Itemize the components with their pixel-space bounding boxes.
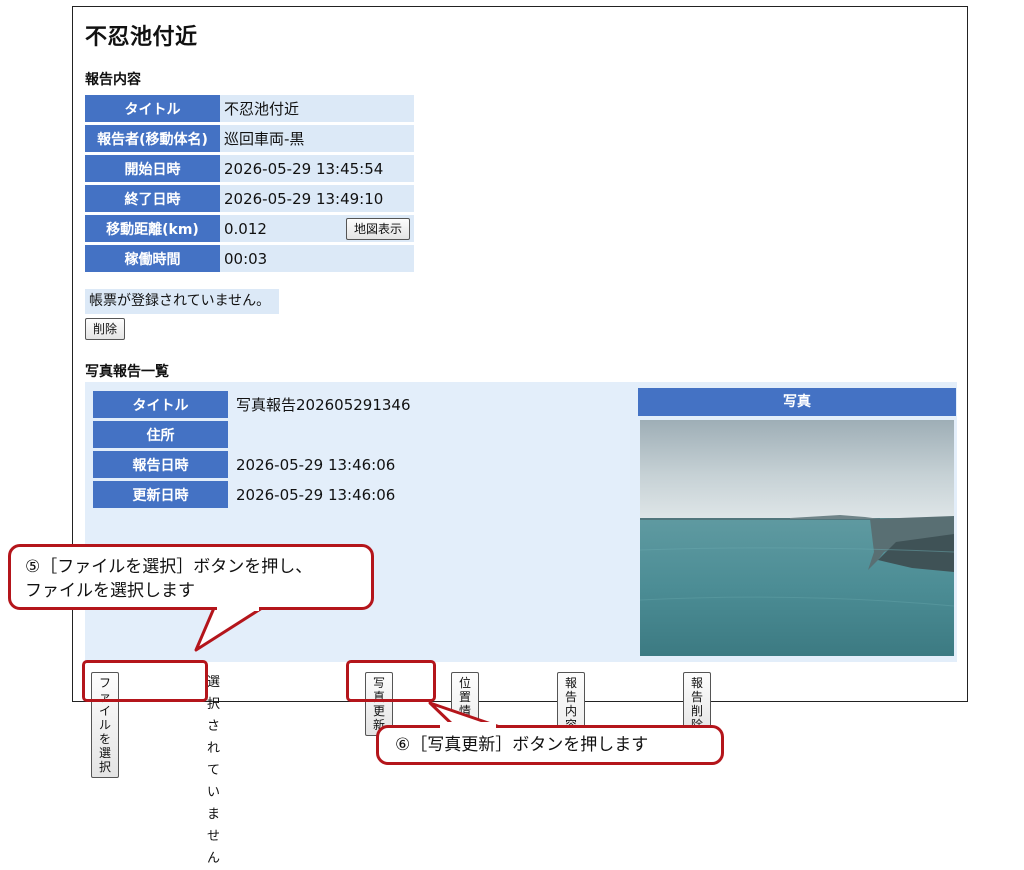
step5-line2: ファイルを選択します	[25, 581, 195, 601]
step6-text: ⑥［写真更新］ボタンを押します	[395, 735, 649, 755]
callout-seam	[217, 605, 259, 611]
step5-line1: ⑤［ファイルを選択］ボタンを押し、	[25, 557, 313, 577]
step5-callout: ⑤［ファイルを選択］ボタンを押し、 ファイルを選択します	[8, 544, 374, 610]
step6-callout: ⑥［写真更新］ボタンを押します	[376, 725, 724, 765]
callout-pointers	[194, 606, 502, 729]
callout-seam	[440, 722, 496, 728]
